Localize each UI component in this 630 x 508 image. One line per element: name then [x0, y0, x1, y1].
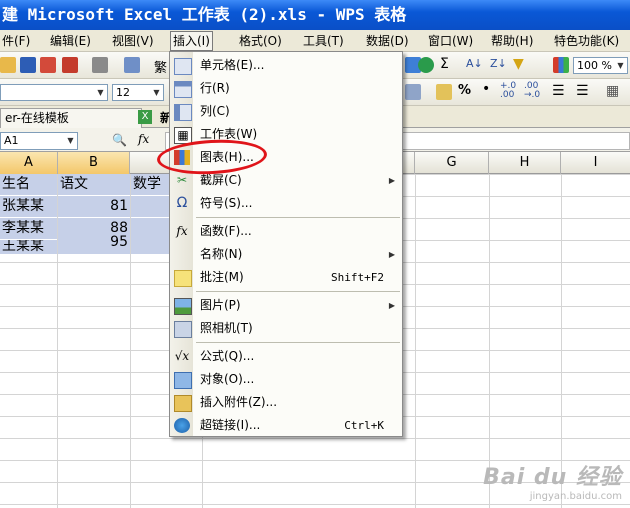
save-icon[interactable]: [20, 57, 36, 73]
merge-icon[interactable]: [405, 84, 421, 100]
zoom-combo[interactable]: 100 % ▼: [573, 57, 628, 74]
cell-c2[interactable]: [131, 196, 171, 217]
menu-view[interactable]: 视图(V): [110, 32, 156, 50]
menu-special[interactable]: 特色功能(K): [552, 32, 621, 50]
menu-item-column[interactable]: 列(C): [170, 100, 402, 123]
menu-item-picture[interactable]: 图片(P) ▶: [170, 294, 402, 317]
window-title: 建 Microsoft Excel 工作表 (2).xls - WPS 表格: [2, 5, 407, 24]
thousands-separator-icon[interactable]: •: [482, 81, 490, 97]
menu-item-name[interactable]: 名称(N) ▶: [170, 243, 402, 266]
object-icon: [174, 372, 192, 389]
menu-help[interactable]: 帮助(H): [489, 32, 535, 50]
chart-wizard-icon[interactable]: [553, 57, 569, 73]
submenu-arrow-icon: ▶: [388, 301, 395, 310]
currency-icon[interactable]: [436, 84, 452, 100]
cell-a2[interactable]: 张某某: [0, 196, 57, 217]
menu-format[interactable]: 格式(O): [237, 32, 284, 50]
insert-menu-dropdown: 单元格(E)... 行(R) 列(C) ▦ 工作表(W) 图表(H)... ✂ …: [169, 51, 403, 437]
font-size-combo[interactable]: 12 ▼: [112, 84, 164, 101]
spreadsheet-icon: X: [138, 110, 152, 124]
sort-ascending-icon[interactable]: A↓: [466, 57, 483, 70]
permission-icon[interactable]: [40, 57, 56, 73]
column-header-h[interactable]: H: [489, 152, 561, 174]
cell-b1[interactable]: 语文: [58, 174, 130, 195]
row-icon: [174, 81, 192, 98]
decrease-indent-icon[interactable]: ☰: [552, 83, 565, 99]
globe-icon[interactable]: [418, 57, 434, 73]
menu-item-hyperlink[interactable]: 超链接(I)... Ctrl+K: [170, 414, 402, 437]
cell-b4[interactable]: 95: [58, 232, 130, 254]
shortcut-comment: Shift+F2: [331, 271, 384, 284]
sort-descending-icon[interactable]: Z↓: [490, 57, 507, 70]
cell-a1[interactable]: 生名: [0, 174, 57, 195]
comment-icon: [174, 270, 192, 287]
picture-icon: [174, 298, 192, 315]
increase-decimal-icon[interactable]: +.0.00: [500, 82, 516, 100]
percent-button[interactable]: %: [458, 83, 471, 98]
increase-indent-icon[interactable]: ☰: [576, 83, 589, 99]
shortcut-hyperlink: Ctrl+K: [344, 419, 384, 432]
formula-icon: √x: [174, 349, 190, 363]
menu-insert[interactable]: 插入(I): [170, 31, 213, 51]
filter-icon[interactable]: ▼: [513, 56, 524, 72]
omega-icon: Ω: [176, 195, 188, 211]
menu-item-camera[interactable]: 照相机(T): [170, 317, 402, 340]
screenshot-icon: ✂: [176, 173, 188, 187]
zoom-lens-icon[interactable]: 🔍: [112, 133, 127, 147]
cell-a3[interactable]: 李某某: [0, 218, 57, 239]
submenu-arrow-icon: ▶: [388, 250, 395, 259]
cell-b2[interactable]: 81: [58, 196, 130, 217]
menu-item-function[interactable]: fx 函数(F)...: [170, 220, 402, 243]
name-box[interactable]: A1 ▼: [0, 132, 78, 150]
function-icon: fx: [176, 224, 188, 238]
cell-c4[interactable]: [131, 232, 171, 254]
print-preview-icon[interactable]: [124, 57, 140, 73]
cell-a4[interactable]: 王某某: [0, 240, 57, 254]
open-folder-icon[interactable]: [0, 57, 16, 73]
menu-item-cell[interactable]: 单元格(E)...: [170, 54, 402, 77]
column-header-i[interactable]: I: [561, 152, 630, 174]
menu-tools[interactable]: 工具(T): [301, 32, 346, 50]
export-pdf-icon[interactable]: [62, 57, 78, 73]
menu-item-row[interactable]: 行(R): [170, 77, 402, 100]
title-bar: 建 Microsoft Excel 工作表 (2).xls - WPS 表格: [0, 0, 630, 30]
column-header-f[interactable]: [402, 152, 415, 174]
font-name-combo[interactable]: ▼: [0, 84, 108, 101]
column-header-a[interactable]: A: [0, 152, 58, 174]
borders-icon[interactable]: ▦: [606, 83, 619, 99]
attachment-icon: [174, 395, 192, 412]
menu-bar: 件(F) 编辑(E) 视图(V) 插入(I) 格式(O) 工具(T) 数据(D)…: [0, 30, 630, 52]
column-icon: [174, 104, 192, 121]
menu-item-formula[interactable]: √x 公式(Q)...: [170, 345, 402, 368]
menu-data[interactable]: 数据(D): [364, 32, 411, 50]
cell-icon: [174, 58, 192, 75]
baidu-watermark: Bai du 经验 jingyan.baidu.com: [483, 465, 622, 502]
tab-online-templates[interactable]: er-在线模板: [0, 108, 142, 128]
menu-item-attachment[interactable]: 插入附件(Z)...: [170, 391, 402, 414]
autosum-icon[interactable]: Σ: [440, 56, 449, 72]
function-wizard-button[interactable]: fx: [138, 132, 149, 146]
camera-icon: [174, 321, 192, 338]
menu-item-comment[interactable]: 批注(M) Shift+F2: [170, 266, 402, 289]
submenu-arrow-icon: ▶: [388, 176, 395, 185]
menu-edit[interactable]: 编辑(E): [48, 32, 93, 50]
hyperlink-icon: [174, 418, 190, 433]
menu-item-symbol[interactable]: Ω 符号(S)...: [170, 192, 402, 215]
menu-item-object[interactable]: 对象(O)...: [170, 368, 402, 391]
print-icon[interactable]: [92, 57, 108, 73]
decrease-decimal-icon[interactable]: .00 →.0: [524, 82, 540, 100]
column-header-g[interactable]: G: [415, 152, 489, 174]
menu-window[interactable]: 窗口(W): [426, 32, 475, 50]
menu-file[interactable]: 件(F): [0, 32, 32, 50]
cell-c1[interactable]: 数学: [131, 174, 171, 195]
name-icon: [174, 247, 190, 262]
column-header-b[interactable]: B: [58, 152, 130, 174]
traditional-chinese-button[interactable]: 繁: [154, 57, 167, 76]
